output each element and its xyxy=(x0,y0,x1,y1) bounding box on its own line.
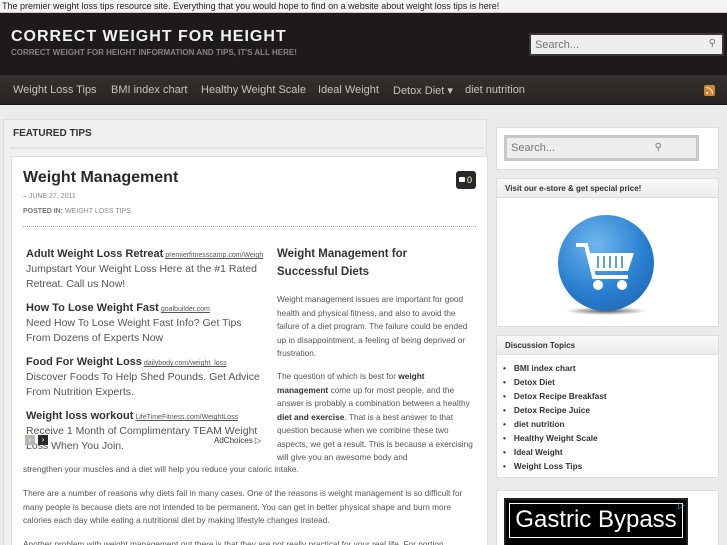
ad-description: Need How To Lose Weight Fast Info? Get T… xyxy=(26,317,242,344)
nav-item-bmi-index-chart[interactable]: BMI index chart xyxy=(111,84,187,96)
ad-item[interactable]: Adult Weight Loss Retreat premierfitnessc… xyxy=(26,244,266,292)
ad-prev-button[interactable]: ‹ xyxy=(25,435,35,445)
ad-title[interactable]: How To Lose Weight Fast xyxy=(26,302,159,314)
ad-description: Jumpstart Your Weight Loss Here at the #… xyxy=(26,263,257,290)
comment-icon xyxy=(459,177,465,182)
site-description-bar: The premier weight loss tips resource si… xyxy=(0,0,727,13)
topic-link[interactable]: Healthy Weight Scale xyxy=(503,431,607,445)
ad-url[interactable]: dailybody.com/weight_loss xyxy=(144,360,227,367)
topic-link[interactable]: Weight Loss Tips xyxy=(503,459,607,473)
topic-link[interactable]: Detox Diet xyxy=(503,375,607,389)
ad-item[interactable]: Weight loss workout LifeTimeFitness.com/W… xyxy=(26,406,266,454)
site-tagline: CORRECT WEIGHT FOR HEIGHT INFORMATION AN… xyxy=(11,48,297,57)
topic-link[interactable]: diet nutrition xyxy=(503,417,607,431)
text: The question of which is best for xyxy=(277,371,399,381)
sidebar-ad-widget: Gastric Bypass ▷ xyxy=(496,490,719,545)
nav-item-diet-nutrition[interactable]: diet nutrition xyxy=(465,84,525,96)
nav-item-weight-loss-tips[interactable]: Weight Loss Tips xyxy=(13,84,97,96)
shopping-cart-icon[interactable] xyxy=(558,215,654,311)
site-header: CORRECT WEIGHT FOR HEIGHT CORRECT WEIGHT… xyxy=(0,13,727,75)
nav-item-ideal-weight[interactable]: Ideal Weight xyxy=(318,84,379,96)
bold-text: diet and exercise xyxy=(277,411,345,422)
divider xyxy=(10,147,484,149)
article-paragraph: There are a number of reasons why diets … xyxy=(23,488,463,525)
topics-list: BMI index chart Detox Diet Detox Recipe … xyxy=(503,361,607,473)
article-date: – JUNE 27, 2011 xyxy=(23,193,76,200)
comment-count-badge[interactable]: 0 xyxy=(456,171,476,189)
topic-link[interactable]: Detox Recipe Juice xyxy=(503,403,607,417)
article-paragraph: Weight management issues are important f… xyxy=(277,294,468,358)
ad-next-button[interactable]: › xyxy=(38,435,48,445)
nav-item-detox-diet[interactable]: Detox Diet ▾ xyxy=(393,84,453,97)
divider xyxy=(23,226,476,227)
ad-description: Discover Foods To Help Shed Pounds. Get … xyxy=(26,371,260,398)
adchoices-link[interactable]: AdChoices ▷ xyxy=(214,436,261,445)
comment-count: 0 xyxy=(467,175,473,185)
ad-text: Gastric Bypass xyxy=(509,503,683,538)
gastric-bypass-ad[interactable]: Gastric Bypass ▷ xyxy=(504,498,688,545)
article-subtitle: Weight Management for Successful Diets xyxy=(277,248,408,278)
article-paragraph-continued: strengthen your muscles and a diet will … xyxy=(23,464,299,474)
topics-heading: Discussion Topics xyxy=(497,336,718,355)
search-icon[interactable]: ⚲ xyxy=(655,142,662,153)
ad-title[interactable]: Food For Weight Loss xyxy=(26,356,142,368)
estore-widget: Visit our e-store & get special price! xyxy=(496,178,719,327)
ad-title[interactable]: Adult Weight Loss Retreat xyxy=(26,248,163,260)
estore-heading: Visit our e-store & get special price! xyxy=(497,179,718,198)
posted-in-label: POSTED IN: xyxy=(23,208,64,215)
header-search-box[interactable]: ⚲ xyxy=(529,33,724,56)
main-nav: Weight Loss Tips BMI index chart Healthy… xyxy=(0,75,727,105)
nav-item-healthy-weight-scale[interactable]: Healthy Weight Scale xyxy=(201,84,306,96)
topic-link[interactable]: Ideal Weight xyxy=(503,445,607,459)
category-link[interactable]: WEIGHT LOSS TIPS xyxy=(65,208,131,215)
search-icon[interactable]: ⚲ xyxy=(709,38,716,49)
article-paragraph: The question of which is best for weight… xyxy=(277,370,477,465)
ad-url[interactable]: premierfitnesscamp.com/Weigh xyxy=(165,252,263,259)
article-title[interactable]: Weight Management xyxy=(23,169,178,187)
ad-url[interactable]: goalbuilder.com xyxy=(161,306,210,313)
article-paragraph: Another problem with weight management o… xyxy=(23,539,444,545)
ad-url[interactable]: LifeTimeFitness.com/WeightLoss xyxy=(135,414,238,421)
featured-heading: FEATURED TIPS xyxy=(13,128,92,139)
header-search-input[interactable] xyxy=(531,35,701,55)
article-category-line: POSTED IN: WEIGHT LOSS TIPS xyxy=(23,208,131,215)
discussion-topics-widget: Discussion Topics BMI index chart Detox … xyxy=(496,335,719,478)
sidebar-search-box[interactable]: ⚲ xyxy=(504,135,699,161)
site-title[interactable]: CORRECT WEIGHT FOR HEIGHT xyxy=(11,28,287,46)
sidebar-search-input[interactable] xyxy=(507,138,667,158)
ad-item[interactable]: Food For Weight Loss dailybody.com/weight… xyxy=(26,352,266,400)
topic-link[interactable]: Detox Recipe Breakfast xyxy=(503,389,607,403)
adchoices-icon[interactable]: ▷ xyxy=(678,500,685,511)
ad-unit: Adult Weight Loss Retreat premierfitnessc… xyxy=(26,244,266,460)
rss-icon[interactable] xyxy=(704,85,715,96)
ad-item[interactable]: How To Lose Weight Fast goalbuilder.com N… xyxy=(26,298,266,346)
topic-link[interactable]: BMI index chart xyxy=(503,361,607,375)
ad-title[interactable]: Weight loss workout xyxy=(26,410,133,422)
